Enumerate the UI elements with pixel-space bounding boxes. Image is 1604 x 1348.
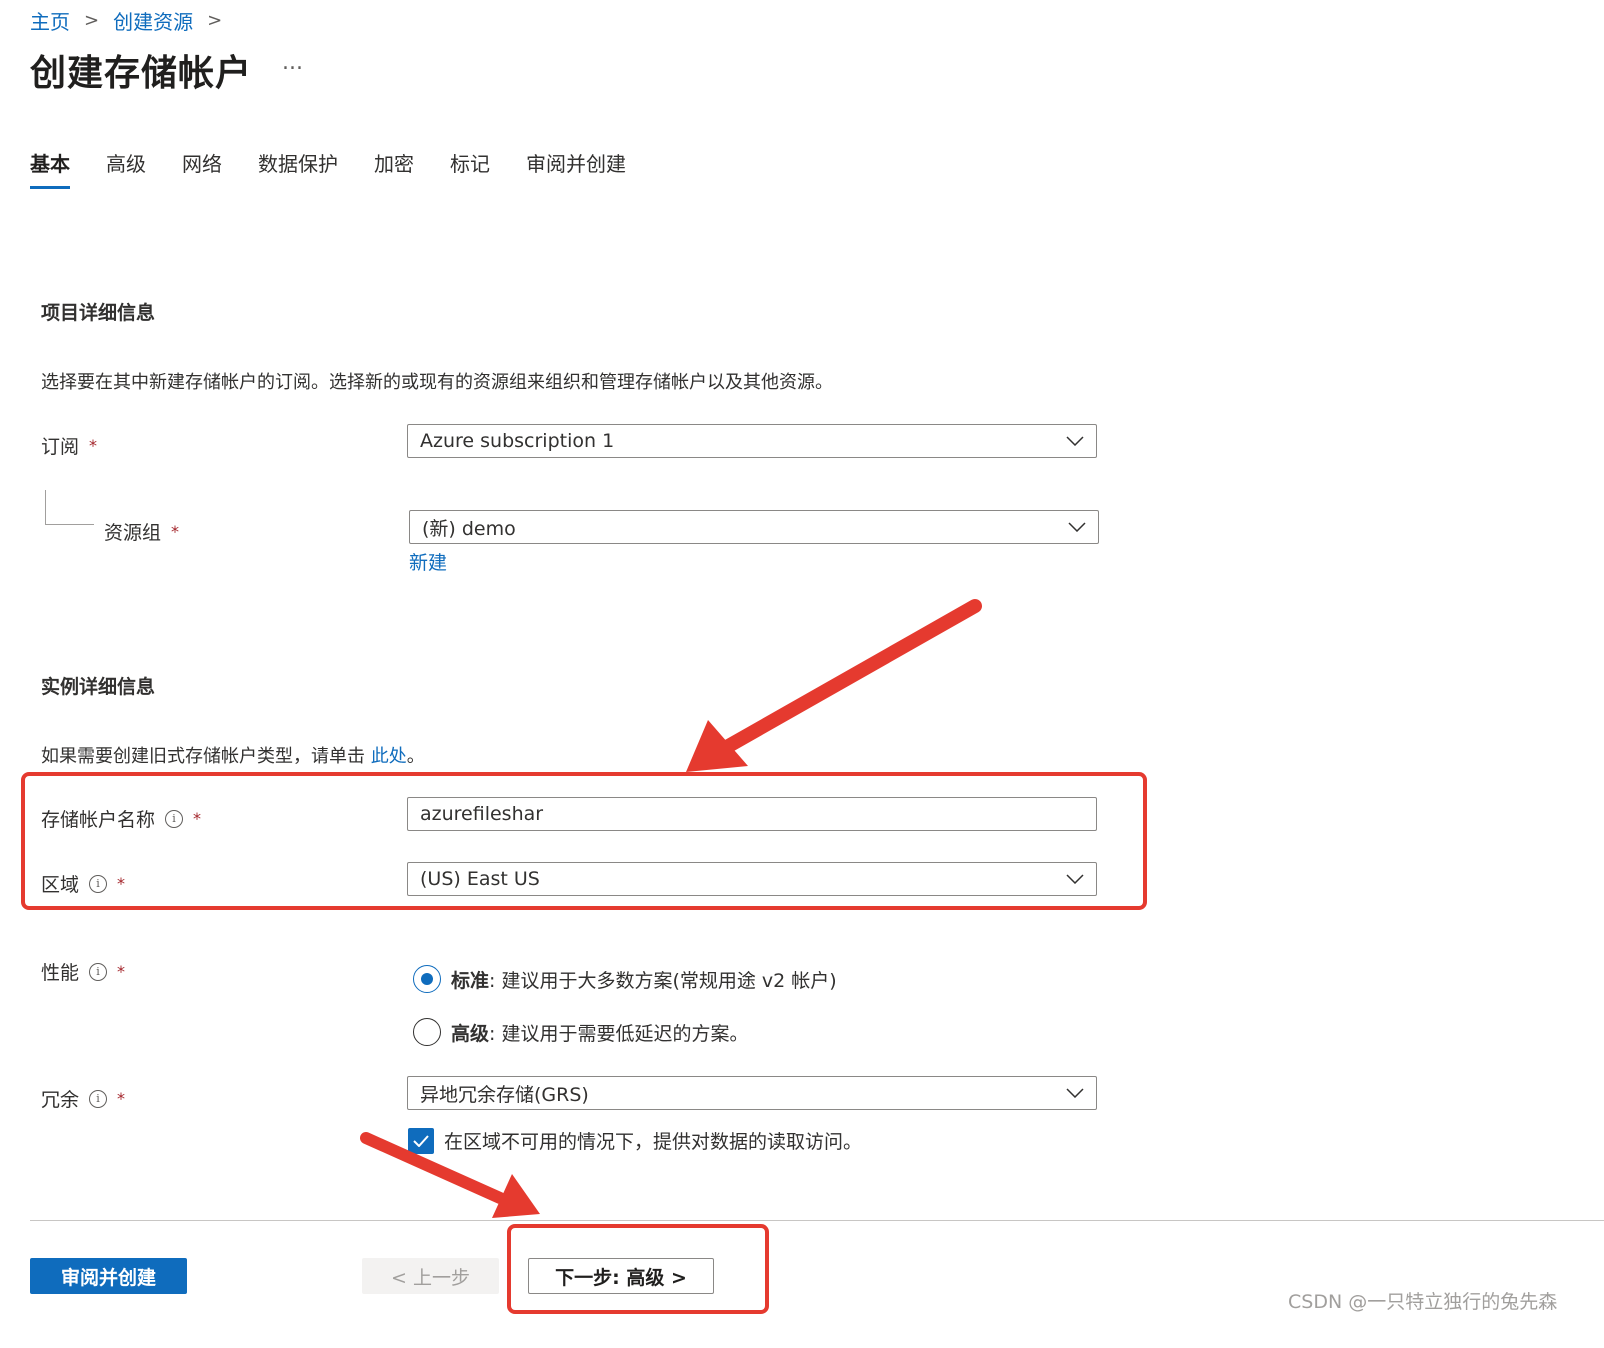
annotation-arrow-icon xyxy=(360,1132,540,1218)
annotation-arrows xyxy=(360,599,982,1218)
annotation-arrow-icon xyxy=(686,599,982,772)
watermark: CSDN @一只特立独行的兔先森 xyxy=(1288,1291,1558,1313)
